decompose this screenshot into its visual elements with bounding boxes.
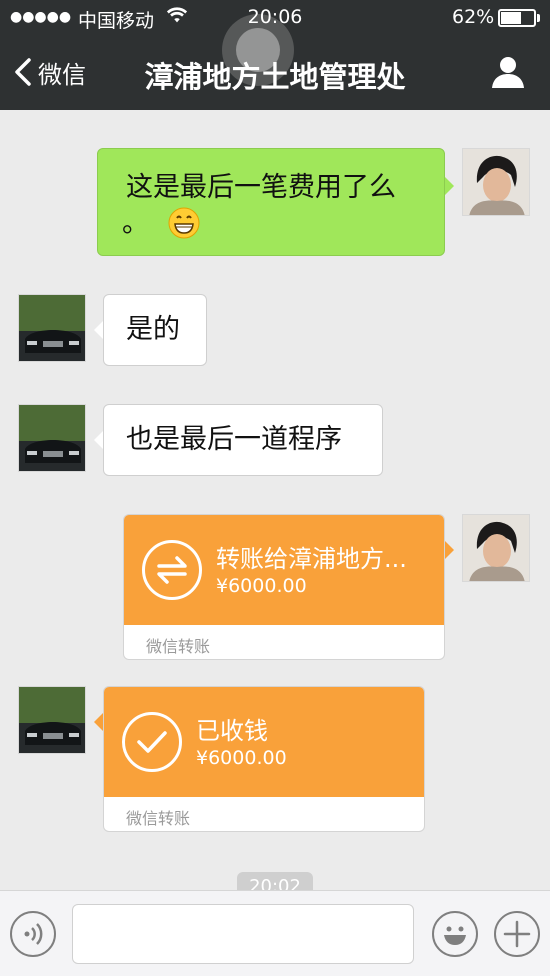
car-photo — [19, 295, 85, 361]
user-photo — [463, 149, 529, 215]
transfer-footer-label: 微信转账 — [126, 809, 191, 828]
transfer-amount: ¥6000.00 — [216, 575, 307, 597]
battery-percentage: 62% — [452, 6, 495, 28]
my-avatar[interactable] — [462, 514, 530, 582]
message-input-bar — [0, 890, 550, 976]
contact-profile-button[interactable] — [490, 54, 526, 90]
grinning-emoji-icon — [168, 207, 200, 239]
bubble-tail — [444, 176, 454, 196]
transfer-card-header: 已收钱 ¥6000.00 — [104, 687, 424, 797]
message-text: 这是最后一笔费用了么 — [126, 172, 396, 203]
message-text: 是的 — [126, 314, 180, 345]
transfer-card-header: 转账给漳浦地方... ¥6000.00 — [124, 515, 444, 625]
chat-title: 漳浦地方土地管理处 — [144, 60, 406, 94]
voice-input-button[interactable] — [10, 911, 56, 957]
navigation-bar: 微信 漳浦地方土地管理处 — [0, 36, 550, 110]
transfer-arrows-icon — [142, 540, 202, 600]
my-avatar[interactable] — [462, 148, 530, 216]
battery-icon — [498, 9, 536, 27]
message-text: 也是最后一道程序 — [126, 424, 342, 455]
message-text-field[interactable] — [72, 904, 414, 964]
transfer-card[interactable]: 转账给漳浦地方... ¥6000.00 微信转账 — [123, 514, 445, 660]
person-icon — [492, 57, 524, 88]
transfer-title: 已收钱 — [196, 717, 268, 745]
emoji-button[interactable] — [432, 911, 478, 957]
voice-wave-icon — [24, 923, 43, 945]
message-bubble[interactable]: 这是最后一笔费用了么 。 — [97, 148, 445, 256]
transfer-footer-label: 微信转账 — [146, 637, 211, 656]
message-text-continuation: 。 — [122, 208, 149, 239]
transfer-title: 转账给漳浦地方... — [216, 545, 407, 573]
bubble-tail — [444, 540, 454, 560]
battery-cap — [537, 14, 540, 22]
message-bubble[interactable]: 是的 — [103, 294, 207, 366]
battery-level — [501, 12, 521, 24]
car-photo — [19, 405, 85, 471]
transfer-card[interactable]: 已收钱 ¥6000.00 微信转账 — [103, 686, 425, 832]
more-options-button[interactable] — [494, 911, 540, 957]
contact-avatar[interactable] — [18, 686, 86, 754]
message-bubble[interactable]: 也是最后一道程序 — [103, 404, 383, 476]
status-bar: ●●●●● 中国移动 20:06 62% — [0, 0, 550, 36]
smiley-icon — [444, 926, 466, 945]
car-photo — [19, 687, 85, 753]
top-bar: ●●●●● 中国移动 20:06 62% 微信 漳浦地方土地管理处 — [0, 0, 550, 110]
transfer-amount: ¥6000.00 — [196, 747, 287, 769]
checkmark-circle-icon — [122, 712, 182, 772]
contact-avatar[interactable] — [18, 294, 86, 362]
plus-icon — [503, 920, 531, 948]
user-photo — [463, 515, 529, 581]
contact-avatar[interactable] — [18, 404, 86, 472]
